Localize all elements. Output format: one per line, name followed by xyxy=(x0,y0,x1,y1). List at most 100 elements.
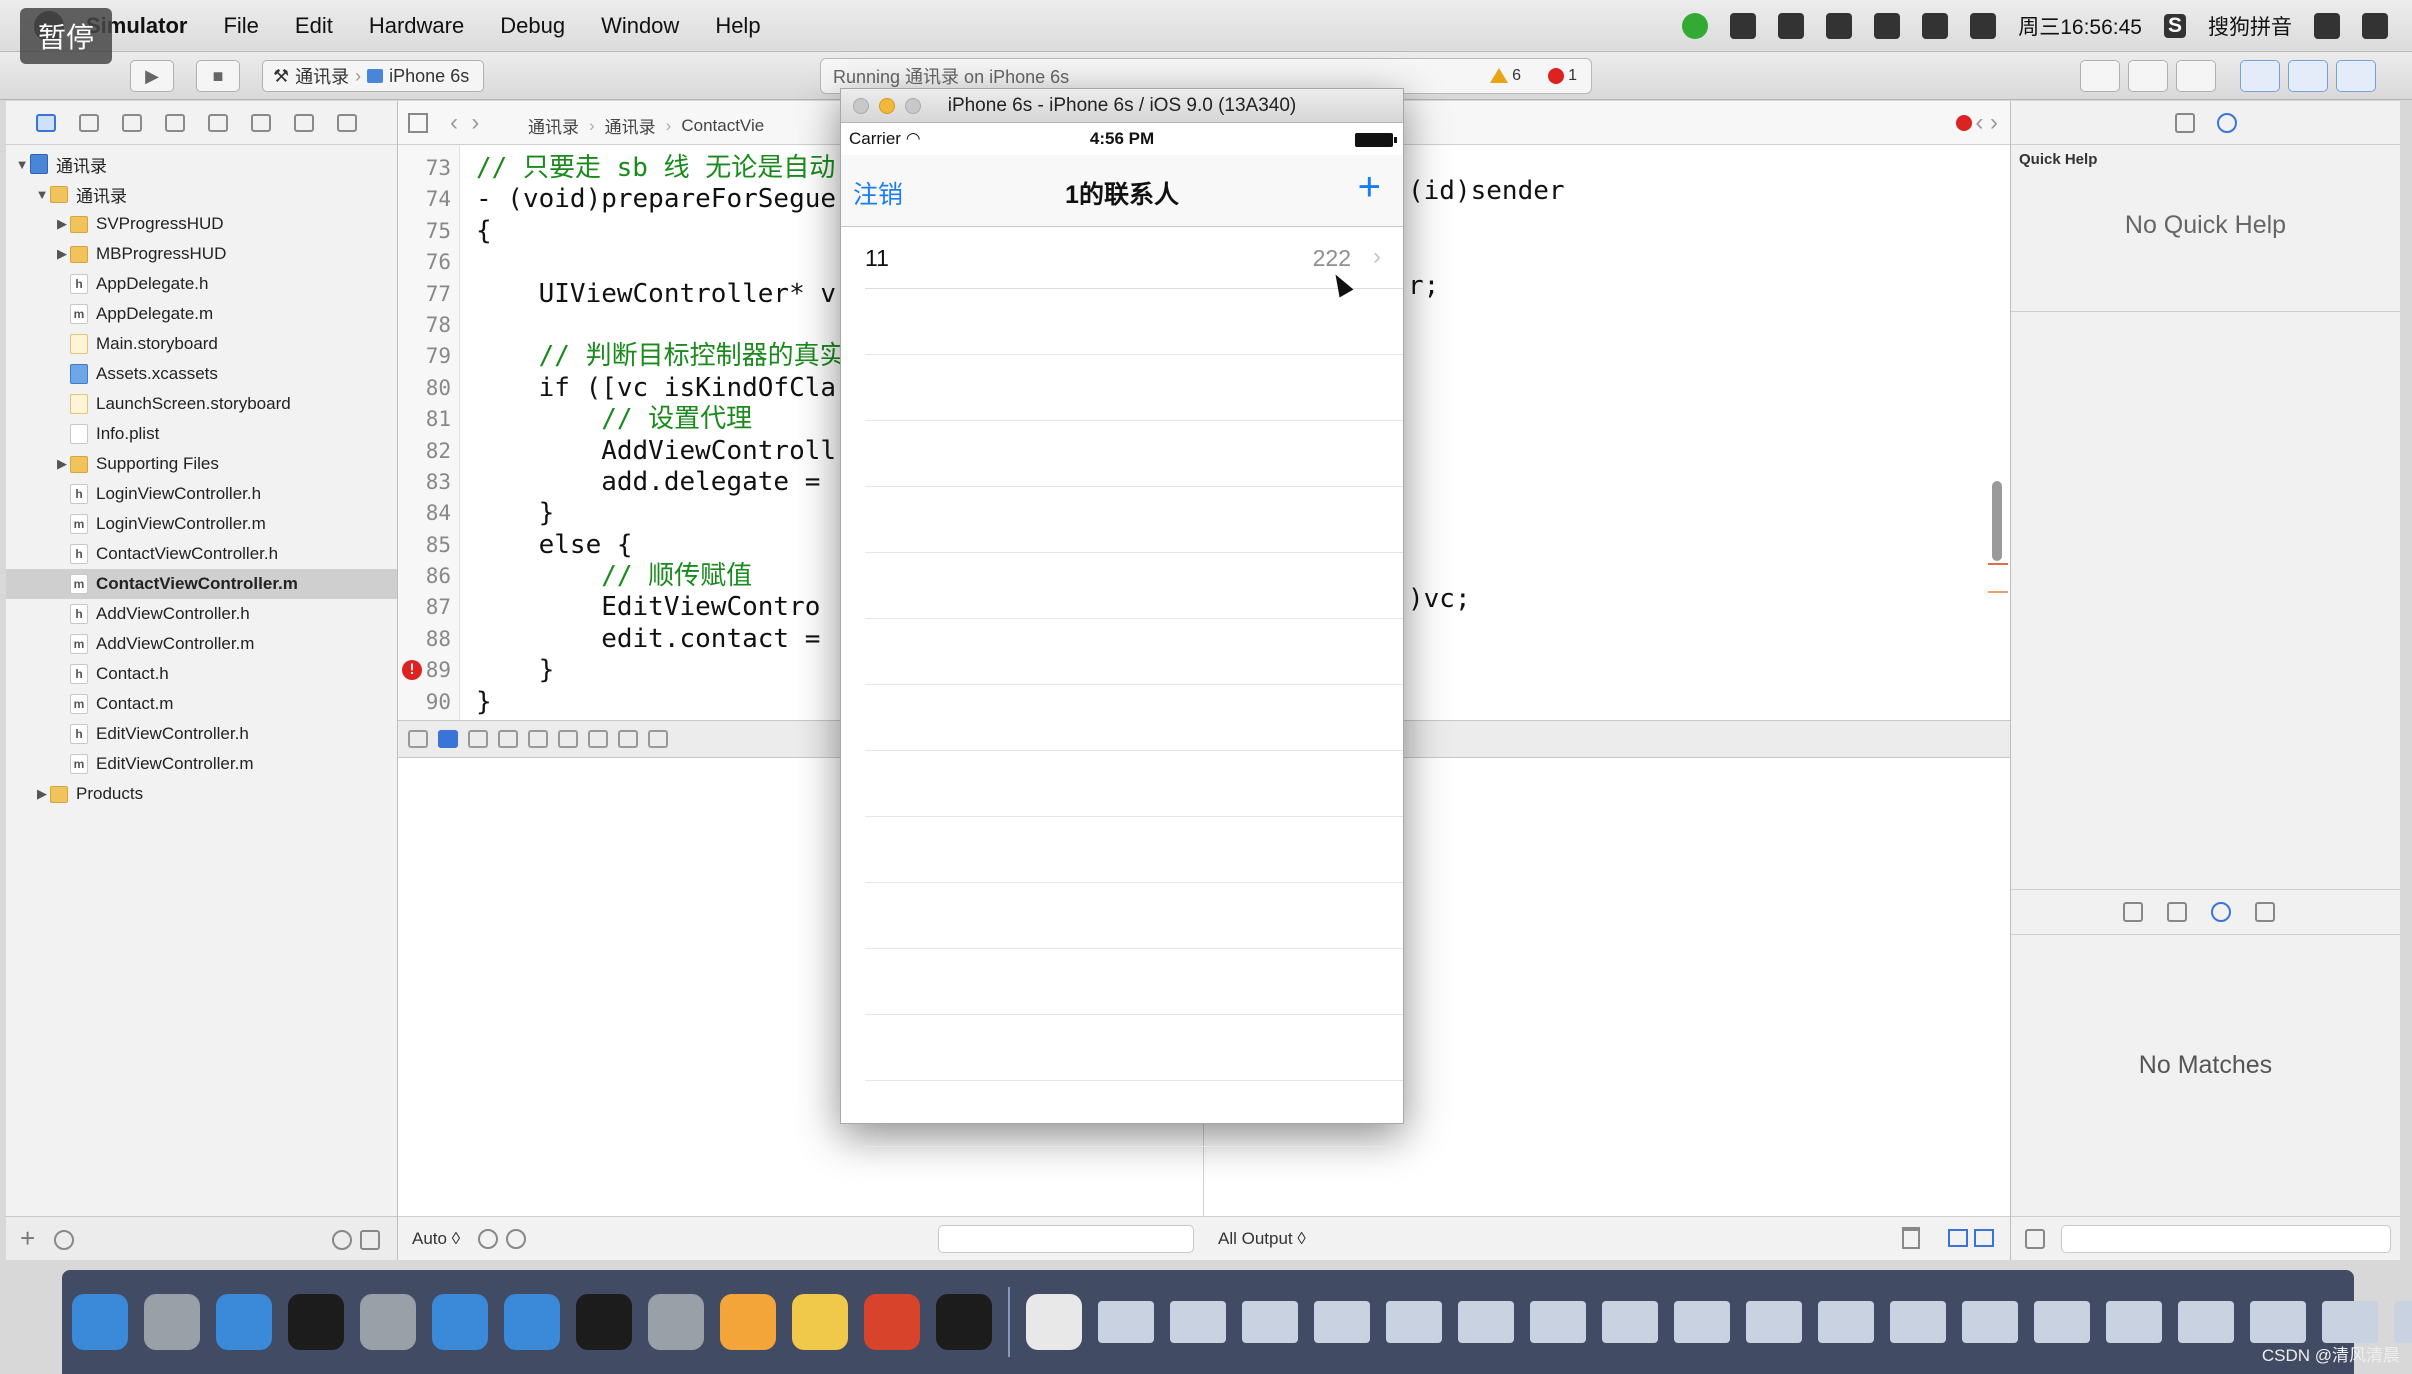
tree-item-1[interactable]: ▶ MBProgressHUD xyxy=(6,239,397,269)
quicktime-icon[interactable] xyxy=(1026,1294,1082,1350)
issue-nav-buttons[interactable]: ‹ › xyxy=(1975,109,1998,137)
variables-filter-field[interactable] xyxy=(938,1225,1194,1253)
breadcrumb-project[interactable]: 通讯录 xyxy=(528,113,579,138)
lock-icon[interactable] xyxy=(1874,13,1901,39)
app-icon[interactable] xyxy=(864,1294,920,1350)
disclosure-closed-icon[interactable]: ▶ xyxy=(54,216,70,232)
close-window-icon[interactable] xyxy=(853,98,869,114)
minimized-window-icon[interactable] xyxy=(2322,1301,2378,1343)
minimized-window-icon[interactable] xyxy=(1386,1301,1442,1343)
recent-files-icon[interactable] xyxy=(332,1230,352,1250)
simulator-title-bar[interactable]: iPhone 6s - iPhone 6s / iOS 9.0 (13A340) xyxy=(841,89,1403,123)
minimized-window-icon[interactable] xyxy=(1818,1301,1874,1343)
tree-item-8[interactable]: ▶ Supporting Files xyxy=(6,449,397,479)
minimized-window-icon[interactable] xyxy=(1458,1301,1514,1343)
warning-count[interactable]: 6 xyxy=(1489,67,1521,85)
assistant-editor-button[interactable] xyxy=(2128,60,2168,92)
zoom-window-icon[interactable] xyxy=(905,98,921,114)
vertical-scrollbar[interactable] xyxy=(1992,481,2002,561)
console-output-selector[interactable]: All Output ◊ xyxy=(1218,1229,1306,1249)
thread-selector-icon[interactable] xyxy=(648,730,668,748)
tree-item-10[interactable]: m LoginViewController.m xyxy=(6,509,397,539)
tree-item-11[interactable]: h ContactViewController.h xyxy=(6,539,397,569)
location-simulate-icon[interactable] xyxy=(618,730,638,748)
tree-item-15[interactable]: h Contact.h xyxy=(6,659,397,689)
find-navigator-icon[interactable] xyxy=(122,113,142,132)
error-count[interactable]: 1 xyxy=(1547,67,1577,85)
version-editor-button[interactable] xyxy=(2176,60,2216,92)
grid-view-icon[interactable] xyxy=(2025,1229,2045,1249)
input-method-icon[interactable]: S xyxy=(2163,14,2186,38)
standard-editor-button[interactable] xyxy=(2080,60,2120,92)
tree-item-14[interactable]: m AddViewController.m xyxy=(6,629,397,659)
variables-scope-selector[interactable]: Auto ◊ xyxy=(412,1229,460,1249)
tree-item-18[interactable]: m EditViewController.m xyxy=(6,749,397,779)
step-over-icon[interactable] xyxy=(498,730,518,748)
notification-center-icon[interactable] xyxy=(2362,13,2388,39)
issue-indicator-icon[interactable] xyxy=(1956,115,1972,131)
minimized-window-icon[interactable] xyxy=(1890,1301,1946,1343)
trash-icon[interactable] xyxy=(1902,1227,1920,1249)
camera-icon[interactable] xyxy=(1730,13,1757,39)
tree-item-17[interactable]: h EditViewController.h xyxy=(6,719,397,749)
breakpoints-toggle-icon[interactable] xyxy=(438,730,458,748)
report-navigator-icon[interactable] xyxy=(337,113,357,132)
minimize-window-icon[interactable] xyxy=(879,98,895,114)
split-left-icon[interactable] xyxy=(1948,1229,1968,1247)
tree-item-4[interactable]: Main.storyboard xyxy=(6,329,397,359)
tree-item-6[interactable]: LaunchScreen.storyboard xyxy=(6,389,397,419)
finder-icon[interactable] xyxy=(72,1294,128,1350)
disclosure-open-icon[interactable]: ▼ xyxy=(14,157,30,172)
file-template-library-icon[interactable] xyxy=(2123,902,2143,922)
tree-item-5[interactable]: Assets.xcassets xyxy=(6,359,397,389)
toggle-navigator-button[interactable] xyxy=(2240,60,2280,92)
sketch-icon[interactable] xyxy=(720,1294,776,1350)
minimized-window-icon[interactable] xyxy=(1962,1301,2018,1343)
minimized-window-icon[interactable] xyxy=(2394,1301,2412,1343)
menu-edit[interactable]: Edit xyxy=(295,13,333,39)
breadcrumb-group[interactable]: 通讯录 xyxy=(605,113,656,138)
minimized-window-icon[interactable] xyxy=(2250,1301,2306,1343)
input-method-label[interactable]: 搜狗拼音 xyxy=(2208,11,2292,41)
hide-debug-area-icon[interactable] xyxy=(408,730,428,748)
toggle-debug-area-button[interactable] xyxy=(2288,60,2328,92)
status-app-icon[interactable] xyxy=(1682,13,1709,39)
console-app-icon[interactable] xyxy=(936,1294,992,1350)
tree-group-row[interactable]: ▼ 通讯录 xyxy=(6,179,397,209)
pause-execution-icon[interactable] xyxy=(468,730,488,748)
minimized-window-icon[interactable] xyxy=(1674,1301,1730,1343)
tree-item-9[interactable]: h LoginViewController.h xyxy=(6,479,397,509)
menu-window[interactable]: Window xyxy=(601,13,679,39)
volume-icon[interactable] xyxy=(1970,13,1997,39)
airplane-icon[interactable] xyxy=(1778,13,1805,39)
minimized-window-icon[interactable] xyxy=(1242,1301,1298,1343)
breakpoint-navigator-icon[interactable] xyxy=(294,113,314,132)
spotlight-search-icon[interactable] xyxy=(2314,13,2340,39)
library-filter-field[interactable] xyxy=(2061,1225,2391,1253)
tree-item-16[interactable]: m Contact.m xyxy=(6,689,397,719)
info-icon[interactable] xyxy=(506,1229,526,1249)
step-into-icon[interactable] xyxy=(528,730,548,748)
tree-item-3[interactable]: m AppDelegate.m xyxy=(6,299,397,329)
minimized-window-icon[interactable] xyxy=(2106,1301,2162,1343)
quick-help-icon[interactable] xyxy=(2217,113,2237,133)
toggle-utilities-button[interactable] xyxy=(2336,60,2376,92)
filter-icon[interactable] xyxy=(54,1230,74,1250)
back-forward-buttons[interactable]: ‹ › xyxy=(450,109,479,137)
breadcrumb-file[interactable]: ContactVie xyxy=(681,116,764,136)
minimized-window-icon[interactable] xyxy=(1530,1301,1586,1343)
tree-item-12[interactable]: m ContactViewController.m xyxy=(6,569,397,599)
instruments-icon[interactable] xyxy=(504,1294,560,1350)
pause-badge[interactable]: 暂停 xyxy=(20,8,112,64)
disclosure-closed-icon[interactable]: ▶ xyxy=(34,786,50,802)
minimized-window-icon[interactable] xyxy=(1314,1301,1370,1343)
code-snippet-library-icon[interactable] xyxy=(2167,902,2187,922)
notes-icon[interactable] xyxy=(792,1294,848,1350)
test-navigator-icon[interactable] xyxy=(208,113,228,132)
tree-item-0[interactable]: ▶ SVProgressHUD xyxy=(6,209,397,239)
minimized-window-icon[interactable] xyxy=(1170,1301,1226,1343)
scm-filter-icon[interactable] xyxy=(360,1230,380,1250)
menu-debug[interactable]: Debug xyxy=(500,13,565,39)
related-items-icon[interactable] xyxy=(408,113,428,133)
minimized-window-icon[interactable] xyxy=(1602,1301,1658,1343)
